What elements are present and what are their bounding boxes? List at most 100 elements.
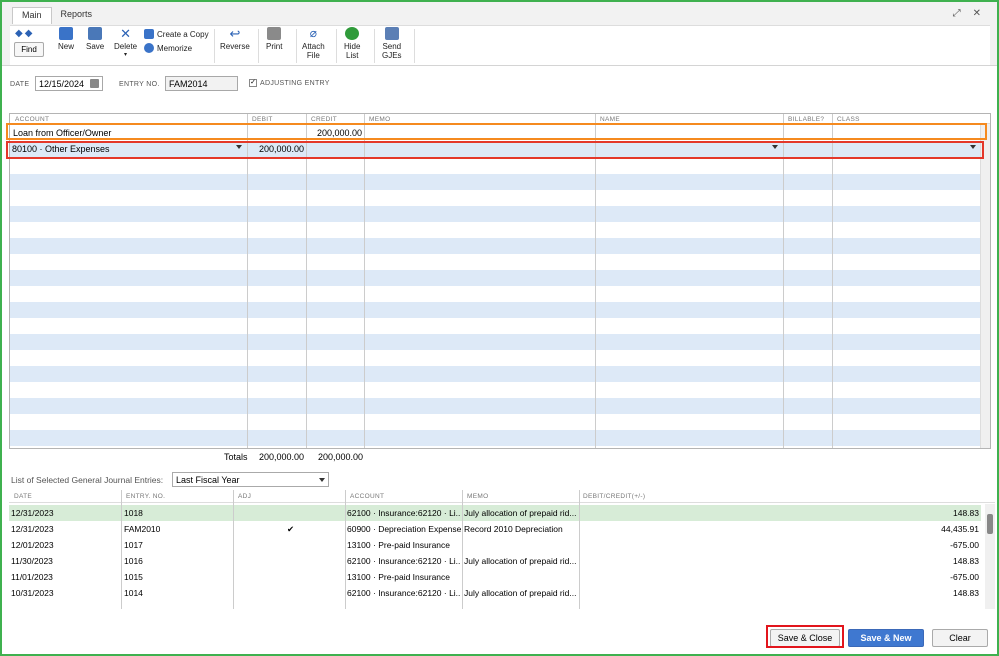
- adjusting-entry-label: ADJUSTING ENTRY: [260, 80, 330, 87]
- print-button[interactable]: Print: [266, 27, 282, 51]
- list-amount: -675.00: [950, 572, 979, 582]
- list-memo: July allocation of prepaid rid...: [464, 588, 577, 598]
- reverse-button[interactable]: ↩ Reverse: [220, 27, 250, 51]
- list-col-entry[interactable]: ENTRY. NO.: [126, 493, 165, 500]
- print-label: Print: [266, 42, 283, 51]
- highlight-credit-row: [6, 123, 987, 140]
- tab-reports[interactable]: Reports: [52, 7, 102, 24]
- memorize-button[interactable]: Memorize: [144, 43, 192, 53]
- tab-main[interactable]: Main: [12, 7, 52, 24]
- column-divider: [364, 114, 365, 448]
- chevron-down-icon[interactable]: [319, 478, 325, 482]
- toolbar-separator: [296, 29, 297, 63]
- send-icon: [384, 27, 399, 40]
- previous-arrow-icon[interactable]: ◆: [15, 28, 25, 39]
- list-date: 11/30/2023: [11, 556, 53, 566]
- delete-label: Delete: [114, 42, 138, 51]
- list-col-amount[interactable]: DEBIT/CREDIT(+/-): [583, 493, 645, 500]
- table-row[interactable]: [10, 190, 980, 206]
- send-gjes-button[interactable]: Send GJEs: [382, 27, 402, 60]
- calendar-icon[interactable]: [90, 79, 99, 88]
- table-row[interactable]: [10, 366, 980, 382]
- column-divider: [306, 114, 307, 448]
- send-label-1: Send: [382, 42, 402, 51]
- entry-no-label: ENTRY NO.: [119, 81, 160, 88]
- list-item[interactable]: 12/31/2023 FAM2010 ✔ 60900 · Depreciatio…: [9, 521, 981, 537]
- table-row[interactable]: [10, 334, 980, 350]
- entry-no-field[interactable]: FAM2014: [165, 76, 238, 91]
- table-row[interactable]: [10, 222, 980, 238]
- table-row[interactable]: [10, 174, 980, 190]
- total-credit: 200,000.00: [318, 452, 364, 462]
- totals-label: Totals: [224, 452, 248, 462]
- list-item[interactable]: 12/01/2023 1017 13100 · Pre-paid Insuran…: [9, 537, 981, 553]
- attach-label-1: Attach: [302, 42, 325, 51]
- nav-arrows[interactable]: ◆◆: [15, 28, 34, 39]
- clear-button[interactable]: Clear: [932, 629, 988, 647]
- delete-dropdown-icon[interactable]: ▾: [114, 51, 137, 60]
- list-col-date[interactable]: DATE: [14, 493, 32, 500]
- attach-file-button[interactable]: ⌀ Attach File: [302, 27, 325, 61]
- find-button[interactable]: Find: [14, 42, 44, 57]
- table-row[interactable]: [10, 350, 980, 366]
- ribbon: Main Reports ⤢ ✕ ◆◆ Find New Save ✕ Dele…: [2, 2, 997, 66]
- table-row[interactable]: [10, 302, 980, 318]
- new-label: New: [58, 42, 75, 51]
- table-row[interactable]: [10, 414, 980, 430]
- list-account: 62100 · Insurance:62120 · Li...: [347, 508, 461, 518]
- list-item[interactable]: 12/31/2023 1018 62100 · Insurance:62120 …: [9, 505, 981, 521]
- col-billable[interactable]: BILLABLE?: [788, 116, 824, 123]
- grid-scrollbar[interactable]: [980, 124, 990, 448]
- col-name[interactable]: NAME: [600, 116, 620, 123]
- table-row[interactable]: [10, 430, 980, 446]
- table-row[interactable]: [10, 238, 980, 254]
- close-icon[interactable]: ✕: [973, 8, 981, 19]
- list-filter-select[interactable]: Last Fiscal Year: [172, 472, 329, 487]
- toolbar-separator: [414, 29, 415, 63]
- list-account: 13100 · Pre-paid Insurance: [347, 572, 451, 582]
- list-col-memo[interactable]: MEMO: [467, 493, 488, 500]
- create-copy-button[interactable]: Create a Copy: [144, 29, 209, 39]
- col-class[interactable]: CLASS: [837, 116, 860, 123]
- date-field[interactable]: 12/15/2024: [35, 76, 103, 91]
- list-entry: 1017: [124, 540, 143, 550]
- col-memo[interactable]: MEMO: [369, 116, 390, 123]
- adjusting-entry-checkbox[interactable]: ✓: [249, 79, 257, 87]
- list-item[interactable]: 11/01/2023 1015 13100 · Pre-paid Insuran…: [9, 569, 981, 585]
- copy-icon: [144, 29, 154, 39]
- new-button[interactable]: New: [58, 27, 74, 51]
- table-row[interactable]: [10, 318, 980, 334]
- list-scroll-thumb[interactable]: [987, 514, 993, 534]
- list-entry: 1015: [124, 572, 143, 582]
- list-label: List of Selected General Journal Entries…: [11, 475, 164, 485]
- table-row[interactable]: [10, 382, 980, 398]
- table-row[interactable]: [10, 158, 980, 174]
- list-item[interactable]: 11/30/2023 1016 62100 · Insurance:62120 …: [9, 553, 981, 569]
- col-credit[interactable]: CREDIT: [311, 116, 337, 123]
- table-row[interactable]: [10, 206, 980, 222]
- list-amount: 44,435.91: [941, 524, 979, 534]
- list-scrollbar[interactable]: [985, 504, 995, 609]
- hide-list-button[interactable]: Hide List: [344, 27, 360, 60]
- table-row[interactable]: [10, 286, 980, 302]
- delete-button[interactable]: ✕ Delete ▾: [114, 27, 137, 60]
- delete-icon: ✕: [120, 26, 132, 41]
- col-account[interactable]: ACCOUNT: [15, 116, 49, 123]
- column-divider: [121, 490, 122, 609]
- col-debit[interactable]: DEBIT: [252, 116, 273, 123]
- save-new-button[interactable]: Save & New: [848, 629, 924, 647]
- list-amount: 148.83: [953, 508, 979, 518]
- table-row[interactable]: [10, 254, 980, 270]
- date-value: 12/15/2024: [39, 79, 85, 89]
- list-col-account[interactable]: ACCOUNT: [350, 493, 384, 500]
- list-memo: July allocation of prepaid rid...: [464, 508, 577, 518]
- list-item[interactable]: 10/31/2023 1014 62100 · Insurance:62120 …: [9, 585, 981, 601]
- column-divider: [462, 490, 463, 609]
- table-row[interactable]: [10, 270, 980, 286]
- table-row[interactable]: [10, 398, 980, 414]
- save-button[interactable]: Save: [86, 27, 104, 51]
- list-col-adj[interactable]: ADJ: [238, 493, 251, 500]
- expand-icon[interactable]: ⤢: [953, 8, 961, 19]
- next-arrow-icon[interactable]: ◆: [25, 28, 35, 39]
- hide-list-icon: [345, 27, 360, 40]
